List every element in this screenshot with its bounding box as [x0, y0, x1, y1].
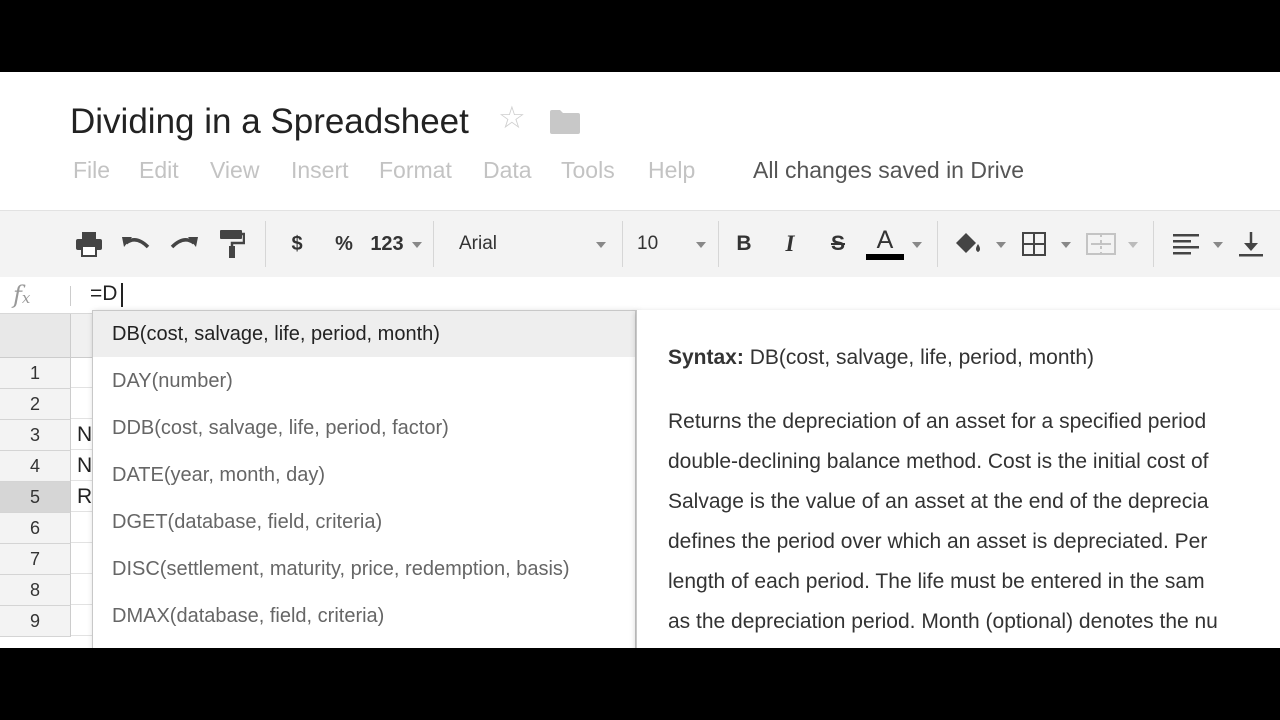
function-suggestions: DB(cost, salvage, life, period, month) D…	[92, 310, 636, 648]
suggestion-item[interactable]: DAY(number)	[93, 358, 635, 404]
row-header-7[interactable]: 7	[0, 544, 71, 575]
folder-icon[interactable]	[550, 109, 580, 134]
toolbar-separator	[1153, 221, 1154, 267]
menu-view[interactable]: View	[210, 157, 259, 184]
formula-bar-separator	[70, 286, 71, 306]
suggestion-item[interactable]: DATE(year, month, day)	[93, 452, 635, 498]
bold-button[interactable]: B	[733, 227, 755, 261]
align-left-icon	[1173, 234, 1199, 255]
text-cursor	[121, 283, 123, 307]
suggestion-item[interactable]: DISC(settlement, maturity, price, redemp…	[93, 546, 635, 592]
paint-format-icon	[220, 230, 245, 258]
row-header-3[interactable]: 3	[0, 420, 71, 451]
chevron-down-icon	[1128, 242, 1138, 248]
font-size-select[interactable]: 10	[637, 233, 658, 255]
row-header-5[interactable]: 5	[0, 482, 71, 513]
redo-icon	[170, 237, 198, 249]
row-header-6[interactable]: 6	[0, 513, 71, 544]
text-color-button[interactable]: A	[866, 221, 904, 265]
italic-button[interactable]: I	[779, 227, 801, 261]
borders-icon	[1022, 232, 1046, 256]
print-button[interactable]	[74, 227, 104, 261]
suggestion-item[interactable]: DB(cost, salvage, life, period, month)	[93, 311, 635, 357]
select-all-corner[interactable]	[0, 314, 71, 358]
chevron-down-icon[interactable]	[1061, 242, 1071, 248]
document-title[interactable]: Dividing in a Spreadsheet	[70, 102, 469, 142]
menu-tools[interactable]: Tools	[561, 157, 615, 184]
strikethrough-button[interactable]: S	[827, 227, 849, 261]
star-icon[interactable]: ☆	[498, 102, 526, 133]
help-description-line: as the depreciation period. Month (optio…	[668, 610, 1218, 633]
vertical-align-bottom-icon	[1239, 232, 1263, 257]
row-header-9[interactable]: 9	[0, 606, 71, 637]
toolbar-separator	[433, 221, 434, 267]
chevron-down-icon[interactable]	[696, 242, 706, 248]
redo-button[interactable]	[168, 227, 200, 261]
chevron-down-icon[interactable]	[912, 242, 922, 248]
help-description-line: Salvage is the value of an asset at the …	[668, 490, 1209, 513]
print-icon	[76, 232, 102, 257]
toolbar-separator	[265, 221, 266, 267]
help-description-line: Returns the depreciation of an asset for…	[668, 410, 1207, 433]
help-description-line: length of each period. The life must be …	[668, 570, 1205, 593]
row-header-1[interactable]: 1	[0, 358, 71, 389]
chevron-down-icon[interactable]	[596, 242, 606, 248]
toolbar-separator	[718, 221, 719, 267]
help-description-line: double-declining balance method. Cost is…	[668, 450, 1209, 473]
chevron-down-icon[interactable]	[1213, 242, 1223, 248]
menu-edit[interactable]: Edit	[139, 157, 179, 184]
undo-icon	[122, 237, 150, 249]
syntax-line: Syntax: DB(cost, salvage, life, period, …	[668, 346, 1094, 370]
suggestion-item[interactable]: DGET(database, field, criteria)	[93, 499, 635, 545]
number-format-button[interactable]: 123	[370, 227, 404, 261]
menu-insert[interactable]: Insert	[291, 157, 349, 184]
percent-format-button[interactable]: %	[333, 227, 355, 261]
text-color-swatch	[866, 254, 904, 260]
paint-format-button[interactable]	[217, 227, 247, 261]
currency-format-button[interactable]: $	[288, 227, 306, 261]
row-header-2[interactable]: 2	[0, 389, 71, 420]
spreadsheet-window: Dividing in a Spreadsheet ☆ File Edit Vi…	[0, 72, 1280, 648]
fill-color-icon	[953, 233, 985, 258]
suggestion-item[interactable]: DDB(cost, salvage, life, period, factor)	[93, 405, 635, 451]
chevron-down-icon[interactable]	[412, 242, 422, 248]
menu-file[interactable]: File	[73, 157, 110, 184]
menu-data[interactable]: Data	[483, 157, 532, 184]
toolbar-separator	[937, 221, 938, 267]
toolbar-separator	[622, 221, 623, 267]
merge-cells-button	[1085, 227, 1117, 261]
menu-format[interactable]: Format	[379, 157, 452, 184]
suggestion-item[interactable]: DMAX(database, field, criteria)	[93, 593, 635, 639]
formula-bar: fx =D	[0, 277, 1280, 314]
row-header-8[interactable]: 8	[0, 575, 71, 606]
syntax-value: DB(cost, salvage, life, period, month)	[749, 346, 1095, 369]
fill-color-button[interactable]	[952, 227, 986, 261]
syntax-label: Syntax:	[668, 346, 744, 369]
borders-button[interactable]	[1021, 227, 1047, 261]
formula-input[interactable]: =D	[90, 282, 117, 306]
menu-help[interactable]: Help	[648, 157, 695, 184]
undo-button[interactable]	[121, 227, 151, 261]
function-help-panel: Syntax: DB(cost, salvage, life, period, …	[636, 310, 1280, 648]
merge-cells-icon	[1086, 233, 1116, 255]
vertical-align-button[interactable]	[1238, 227, 1264, 261]
row-header-4[interactable]: 4	[0, 451, 71, 482]
fx-icon: fx	[13, 281, 31, 309]
text-color-label: A	[876, 226, 894, 254]
horizontal-align-button[interactable]	[1172, 227, 1200, 261]
help-description-line: defines the period over which an asset i…	[668, 530, 1208, 553]
font-family-select[interactable]: Arial	[459, 233, 497, 255]
save-status: All changes saved in Drive	[753, 157, 1025, 183]
toolbar: $ % 123 Arial 10 B I S A	[0, 210, 1280, 278]
chevron-down-icon[interactable]	[996, 242, 1006, 248]
